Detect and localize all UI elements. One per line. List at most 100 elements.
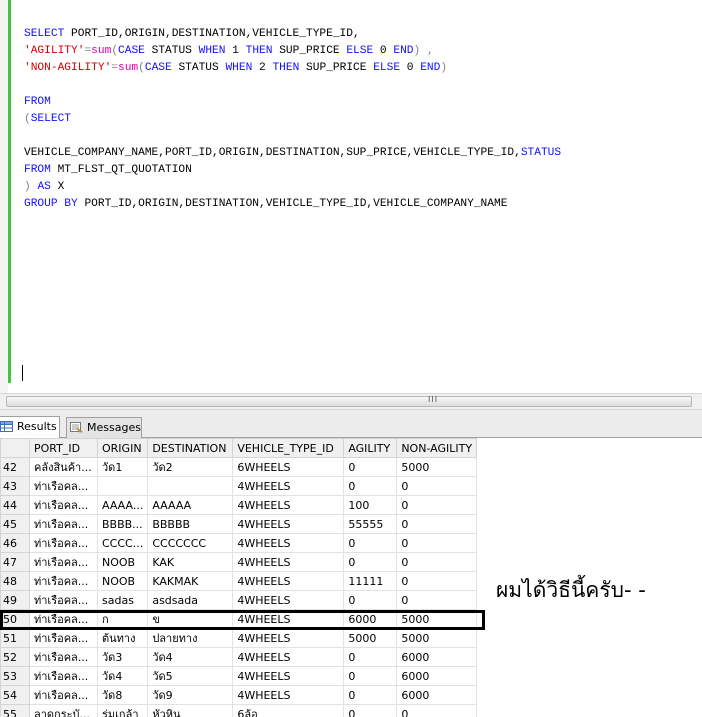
grid-body[interactable]: 42 คลังสินค้า... วัด1 วัด2 6WHEELS 0 5000 43 ท่า… xyxy=(0,457,478,717)
row-number[interactable]: 44 xyxy=(0,495,30,515)
row-number[interactable]: 46 xyxy=(0,533,30,553)
table-cell[interactable]: ท่าเรือคล... xyxy=(29,514,98,534)
table-row[interactable]: 50 ท่าเรือคล... กข 4WHEELS 6000 5000 xyxy=(0,609,478,629)
table-row[interactable]: 51 ท่าเรือคล... ต้นทาง ปลายทาง 4WHEELS 5000 50… xyxy=(0,628,478,648)
table-cell[interactable]: asdsada xyxy=(147,590,234,610)
code-line[interactable]: 'AGILITY'=sum(CASE STATUS WHEN 1 THEN SU… xyxy=(24,43,561,60)
table-cell[interactable]: วัด5 xyxy=(147,666,234,686)
table-cell[interactable]: AAAA... xyxy=(96,495,149,515)
table-cell[interactable]: 4WHEELS xyxy=(232,666,345,686)
sql-code[interactable]: SELECT PORT_ID,ORIGIN,DESTINATION,VEHICL… xyxy=(24,26,561,213)
table-cell[interactable]: วัด3 xyxy=(96,647,149,667)
table-cell[interactable]: 0 xyxy=(396,704,478,717)
table-cell[interactable]: วัด4 xyxy=(147,647,234,667)
table-cell[interactable]: 0 xyxy=(343,552,398,572)
code-line[interactable] xyxy=(24,128,561,145)
column-header[interactable]: VEHICLE_TYPE_ID xyxy=(232,438,345,458)
row-number[interactable]: 54 xyxy=(0,685,30,705)
table-cell[interactable]: 4WHEELS xyxy=(232,552,345,572)
table-row[interactable]: 47 ท่าเรือคล... NOOB KAK 4WHEELS 0 0 xyxy=(0,552,478,572)
table-cell[interactable]: วัด2 xyxy=(147,457,234,477)
table-cell[interactable]: 4WHEELS xyxy=(232,590,345,610)
code-line[interactable]: VEHICLE_COMPANY_NAME,PORT_ID,ORIGIN,DEST… xyxy=(24,145,561,162)
table-cell[interactable]: 4WHEELS xyxy=(232,685,345,705)
row-number[interactable]: 51 xyxy=(0,628,30,648)
table-cell[interactable]: ท่าเรือคล... xyxy=(29,495,98,515)
table-cell[interactable]: ลาดกระบั... xyxy=(29,704,98,717)
row-number[interactable]: 53 xyxy=(0,666,30,686)
row-number[interactable]: 47 xyxy=(0,552,30,572)
table-cell[interactable]: 100 xyxy=(343,495,398,515)
table-cell[interactable]: 55555 xyxy=(343,514,398,534)
code-line[interactable]: 'NON-AGILITY'=sum(CASE STATUS WHEN 2 THE… xyxy=(24,60,561,77)
table-cell[interactable] xyxy=(147,476,234,496)
code-line[interactable]: GROUP BY PORT_ID,ORIGIN,DESTINATION,VEHI… xyxy=(24,196,561,213)
code-line[interactable] xyxy=(24,77,561,94)
tab-messages[interactable]: Messages xyxy=(66,417,142,438)
table-cell[interactable]: 0 xyxy=(343,704,398,717)
table-cell[interactable]: 0 xyxy=(396,533,478,553)
table-cell[interactable]: วัด9 xyxy=(147,685,234,705)
table-row[interactable]: 42 คลังสินค้า... วัด1 วัด2 6WHEELS 0 5000 xyxy=(0,457,478,477)
row-number[interactable]: 45 xyxy=(0,514,30,534)
row-number[interactable]: 43 xyxy=(0,476,30,496)
table-cell[interactable]: 0 xyxy=(343,533,398,553)
scrollbar-thumb[interactable] xyxy=(6,396,692,407)
table-cell[interactable]: 0 xyxy=(396,571,478,591)
table-cell[interactable]: BBBBB xyxy=(147,514,234,534)
table-cell[interactable]: ท่าเรือคล... xyxy=(29,666,98,686)
row-number[interactable]: 50 xyxy=(0,609,30,629)
table-cell[interactable]: ท่าเรือคล... xyxy=(29,609,98,629)
column-header[interactable]: AGILITY xyxy=(343,438,398,458)
table-cell[interactable]: 4WHEELS xyxy=(232,533,345,553)
horizontal-scrollbar[interactable]: III xyxy=(0,393,702,410)
table-cell[interactable]: 5000 xyxy=(343,628,398,648)
table-cell[interactable]: ท่าเรือคล... xyxy=(29,552,98,572)
table-cell[interactable]: ท่าเรือคล... xyxy=(29,533,98,553)
table-cell[interactable] xyxy=(96,476,149,496)
table-row[interactable]: 49 ท่าเรือคล... sadas asdsada 4WHEELS 0 0 xyxy=(0,590,478,610)
table-cell[interactable]: 6ล้อ xyxy=(232,704,345,717)
table-cell[interactable]: 6000 xyxy=(396,647,478,667)
tab-results[interactable]: Results xyxy=(0,416,60,439)
table-row[interactable]: 45 ท่าเรือคล... BBBB... BBBBB 4WHEELS 55555 0 xyxy=(0,514,478,534)
table-cell[interactable]: ปลายทาง xyxy=(147,628,234,648)
table-row[interactable]: 52 ท่าเรือคล... วัด3 วัด4 4WHEELS 0 6000 xyxy=(0,647,478,667)
table-cell[interactable]: 6000 xyxy=(396,666,478,686)
table-cell[interactable]: 0 xyxy=(343,666,398,686)
code-line[interactable]: FROM xyxy=(24,94,561,111)
table-cell[interactable]: ต้นทาง xyxy=(96,628,149,648)
table-cell[interactable]: วัด1 xyxy=(96,457,149,477)
table-row[interactable]: 44 ท่าเรือคล... AAAA... AAAAA 4WHEELS 100 0 xyxy=(0,495,478,515)
table-cell[interactable]: ท่าเรือคล... xyxy=(29,647,98,667)
table-cell[interactable]: วัด8 xyxy=(96,685,149,705)
table-cell[interactable]: 0 xyxy=(343,590,398,610)
table-cell[interactable]: ท่าเรือคล... xyxy=(29,571,98,591)
column-header[interactable]: NON-AGILITY xyxy=(396,438,478,458)
table-cell[interactable]: คลังสินค้า... xyxy=(29,457,98,477)
table-cell[interactable]: ท่าเรือคล... xyxy=(29,685,98,705)
column-header[interactable]: ORIGIN xyxy=(96,438,149,458)
table-cell[interactable]: KAKMAK xyxy=(147,571,234,591)
table-row[interactable]: 48 ท่าเรือคล... NOOB KAKMAK 4WHEELS 11111 0 xyxy=(0,571,478,591)
table-cell[interactable]: 6WHEELS xyxy=(232,457,345,477)
table-cell[interactable]: BBBB... xyxy=(96,514,149,534)
table-cell[interactable]: ร่มเกล้า xyxy=(96,704,149,717)
table-cell[interactable]: 4WHEELS xyxy=(232,628,345,648)
code-line[interactable]: FROM MT_FLST_QT_QUOTATION xyxy=(24,162,561,179)
table-cell[interactable]: NOOB xyxy=(96,552,149,572)
table-row[interactable]: 53 ท่าเรือคล... วัด4 วัด5 4WHEELS 0 6000 xyxy=(0,666,478,686)
table-cell[interactable]: CCCCCCC xyxy=(147,533,234,553)
column-header[interactable]: PORT_ID xyxy=(29,438,98,458)
table-cell[interactable]: วัด4 xyxy=(96,666,149,686)
table-cell[interactable]: 11111 xyxy=(343,571,398,591)
table-cell[interactable]: 5000 xyxy=(396,609,478,629)
table-row[interactable]: 43 ท่าเรือคล... 4WHEELS 0 0 xyxy=(0,476,478,496)
row-number[interactable]: 49 xyxy=(0,590,30,610)
table-cell[interactable]: 4WHEELS xyxy=(232,514,345,534)
table-cell[interactable]: ท่าเรือคล... xyxy=(29,590,98,610)
sql-editor[interactable]: SELECT PORT_ID,ORIGIN,DESTINATION,VEHICL… xyxy=(0,0,702,393)
table-cell[interactable]: sadas xyxy=(96,590,149,610)
table-row[interactable]: 55 ลาดกระบั... ร่มเกล้า หัวหิน 6ล้อ 0 0 xyxy=(0,704,478,717)
table-cell[interactable]: 0 xyxy=(396,552,478,572)
